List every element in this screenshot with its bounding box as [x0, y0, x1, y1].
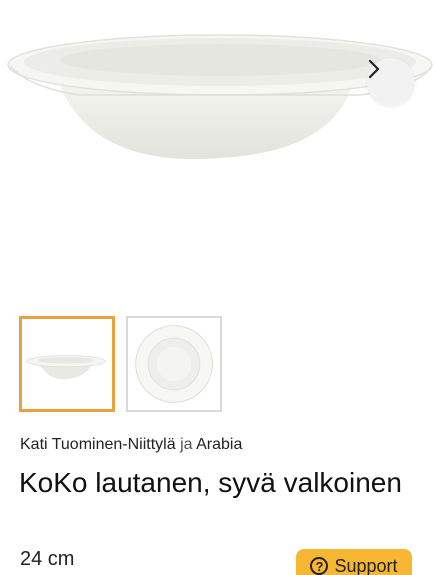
thumbnail-strip	[19, 316, 222, 412]
support-label: Support	[334, 555, 398, 575]
designer-link[interactable]: Kati Tuominen-Niittylä	[20, 436, 176, 453]
deep-plate-top-thumbnail	[135, 325, 213, 403]
support-button[interactable]: ? Support	[296, 549, 412, 575]
deep-plate-side-thumbnail	[26, 355, 106, 380]
next-image-button[interactable]	[367, 58, 415, 106]
product-main-image[interactable]	[0, 0, 435, 300]
deep-plate-side-view	[7, 34, 433, 160]
thumbnail-top-view[interactable]	[126, 316, 222, 412]
designer-brand-line: Kati Tuominen-Niittylä ja Arabia	[20, 436, 242, 454]
chevron-right-icon	[368, 59, 380, 79]
product-title: KoKo lautanen, syvä valkoinen	[19, 467, 402, 498]
question-icon: ?	[310, 557, 329, 575]
conjunction-text: ja	[180, 436, 193, 453]
thumbnail-side-view[interactable]	[19, 316, 115, 412]
product-size: 24 cm	[20, 548, 75, 570]
product-page: Kati Tuominen-Niittylä ja Arabia KoKo la…	[0, 0, 435, 575]
brand-link[interactable]: Arabia	[196, 436, 242, 453]
